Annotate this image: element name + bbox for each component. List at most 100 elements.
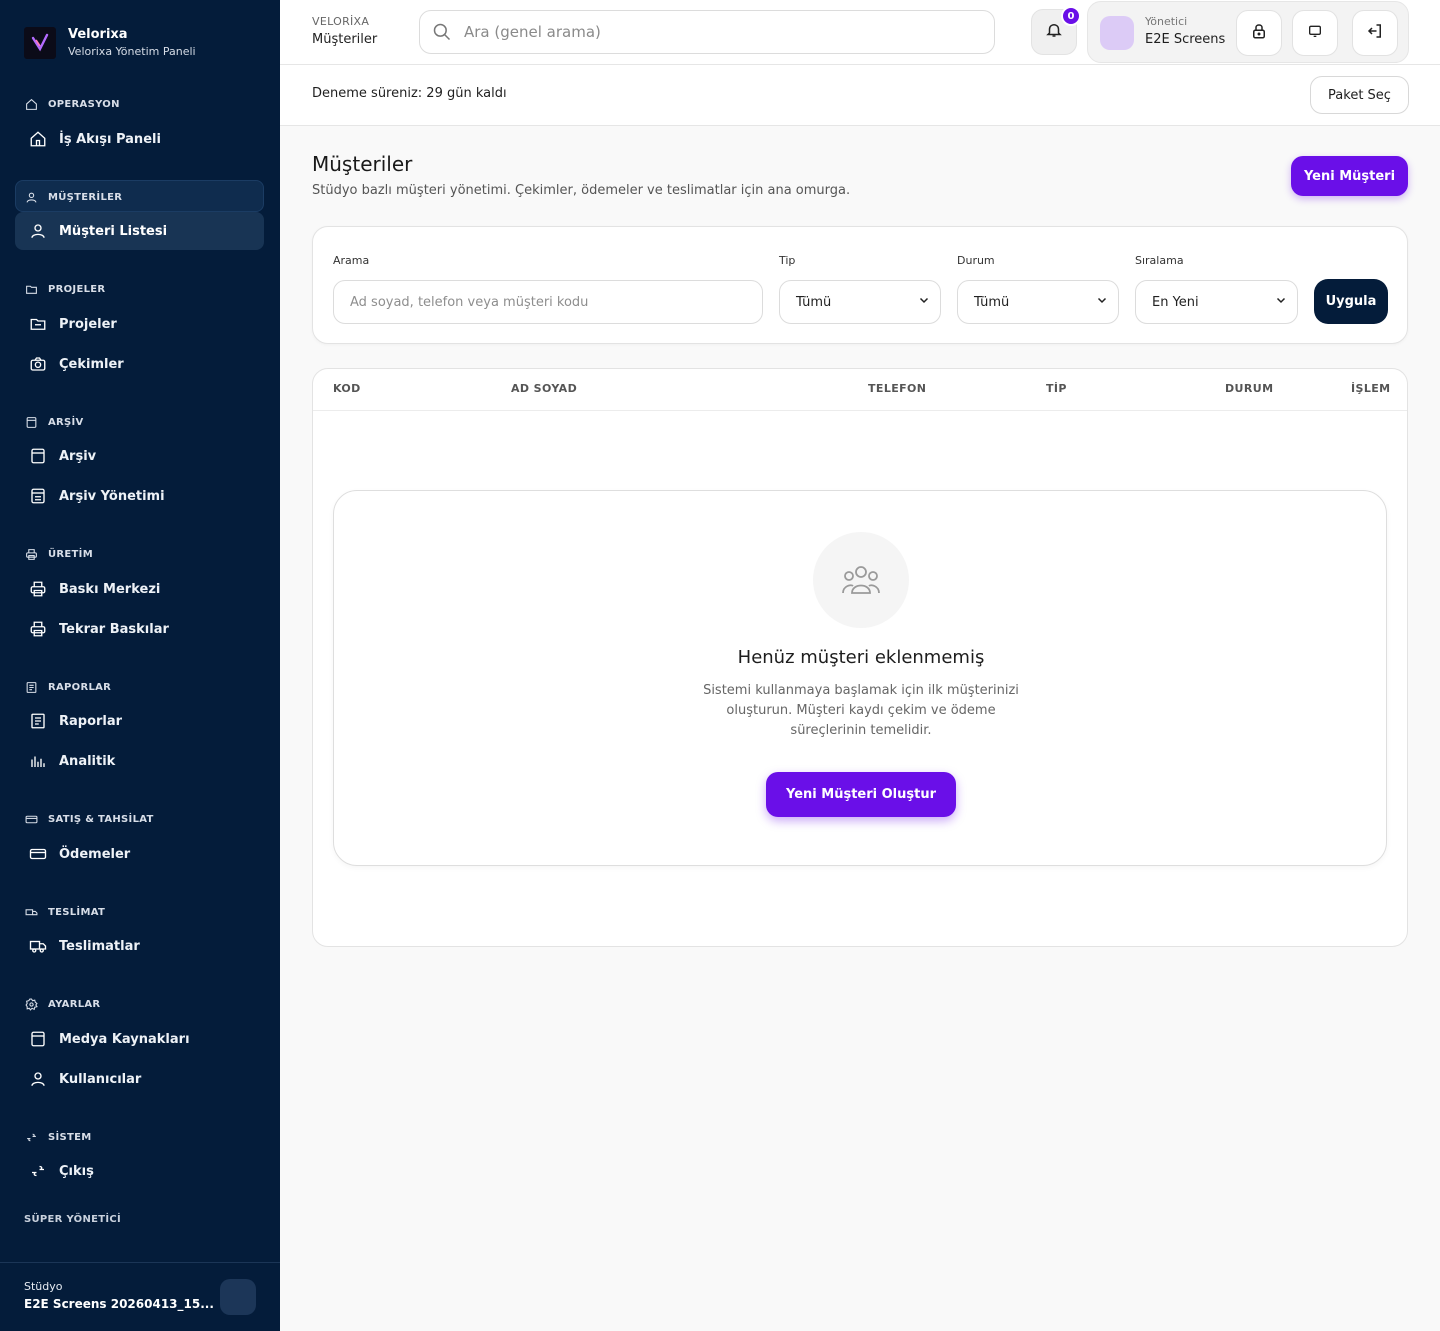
user-icon [24,190,38,204]
column-header[interactable]: TELEFON [868,382,926,395]
sort-select-value: En Yeni [1152,294,1199,310]
archive-manage-icon [29,487,47,505]
column-header[interactable]: İŞLEM [1351,382,1391,395]
sidebar-item-is-akisi[interactable]: İş Akışı Paneli [15,120,264,158]
sidebar-item-musteri-listesi[interactable]: Müşteri Listesi [15,212,264,250]
sidebar-item-label: Projeler [59,316,117,332]
section-label: ARŞİV [48,416,84,428]
sidebar-item-label: Çıkış [59,1163,94,1179]
printer-icon [29,620,47,638]
create-customer-button[interactable]: Yeni Müşteri Oluştur [766,772,956,817]
column-header[interactable]: AD SOYAD [511,382,577,395]
user-menu: Yönetici E2E Screens [1087,1,1409,63]
apply-button[interactable]: Uygula [1314,279,1388,324]
sidebar-item-arsiv[interactable]: Arşiv [15,437,264,475]
sidebar-item-cikis[interactable]: Çıkış [15,1152,264,1190]
column-header[interactable]: KOD [333,382,361,395]
link-icon [29,1162,47,1180]
section-label: SATIŞ & TAHSİLAT [48,813,154,825]
section-sistem: SİSTEM [24,1130,92,1144]
page-subtitle: Stüdyo bazlı müşteri yönetimi. Çekimler,… [312,183,851,198]
folder-icon [29,315,47,333]
analytics-icon [29,752,47,770]
sidebar-item-medya-kaynaklari[interactable]: Medya Kaynakları [15,1020,264,1058]
sidebar-item-label: Ödemeler [59,846,131,862]
brand-logo [24,27,56,59]
sidebar-item-label: Raporlar [59,713,123,729]
column-header[interactable]: TİP [1046,382,1067,395]
section-ayarlar: AYARLAR [24,997,100,1011]
sidebar-item-raporlar[interactable]: Raporlar [15,702,264,740]
truck-icon [24,905,38,919]
sort-select[interactable]: En Yeni [1135,280,1298,324]
section-label: PROJELER [48,283,106,295]
link-icon [24,1130,38,1144]
sidebar-item-label: Analitik [59,753,116,769]
archive-icon [24,415,38,429]
screen-button[interactable] [1292,10,1338,56]
search-icon [432,22,452,42]
sidebar-item-label: Çekimler [59,356,124,372]
type-select[interactable]: Tümü [779,280,941,324]
avatar[interactable] [1100,16,1134,50]
empty-state: Henüz müşteri eklenmemiş Sistemi kullanm… [333,490,1387,866]
sidebar: Velorixa Velorixa Yönetim Paneli OPERASY… [0,0,280,1331]
sidebar-item-kullanicilar[interactable]: Kullanıcılar [15,1060,264,1098]
chevron-down-icon [1096,294,1108,310]
empty-state-description: Sistemi kullanmaya başlamak için ilk müş… [703,683,1019,738]
user-role: Yönetici [1145,15,1188,28]
sidebar-item-projeler[interactable]: Projeler [15,305,264,343]
select-package-button[interactable]: Paket Seç [1310,76,1409,114]
user-icon [29,222,47,240]
status-select[interactable]: Tümü [957,280,1119,324]
section-projeler: PROJELER [24,282,105,296]
printer-icon [29,580,47,598]
section-label: RAPORLAR [48,681,112,693]
sidebar-item-teslimatlar[interactable]: Teslimatlar [15,927,264,965]
column-header[interactable]: DURUM [1225,382,1273,395]
sidebar-item-label: Müşteri Listesi [59,223,168,239]
customer-table: KOD AD SOYAD TELEFON TİP DURUM İŞLEM Hen… [312,368,1408,947]
super-admin-label: SÜPER YÖNETİCİ [24,1214,122,1225]
new-customer-button[interactable]: Yeni Müşteri [1291,156,1408,196]
brand-name: Velorixa [68,27,128,42]
truck-icon [29,937,47,955]
user-icon [29,1070,47,1088]
sidebar-item-analitik[interactable]: Analitik [15,742,264,780]
table-header: KOD AD SOYAD TELEFON TİP DURUM İŞLEM [313,369,1407,411]
sidebar-item-odemeler[interactable]: Ödemeler [15,835,264,873]
section-uretim: ÜRETİM [24,547,93,561]
type-label: Tip [779,254,796,267]
section-label: MÜŞTERİLER [48,191,123,203]
sidebar-item-cekimler[interactable]: Çekimler [15,345,264,383]
logout-button[interactable] [1352,10,1398,56]
breadcrumb-page: Müşteriler [312,32,378,47]
sidebar-item-label: Baskı Merkezi [59,581,161,597]
lock-button[interactable] [1236,10,1282,56]
sidebar-item-tekrar-baskilar[interactable]: Tekrar Baskılar [15,610,264,648]
trial-text: Deneme süreniz: 29 gün kaldı [312,86,507,101]
media-icon [29,1030,47,1048]
global-search[interactable] [419,10,995,54]
brand[interactable]: Velorixa Velorixa Yönetim Paneli [24,26,196,60]
global-search-input[interactable] [464,23,964,41]
sidebar-item-label: Teslimatlar [59,938,140,954]
lock-icon [1250,22,1268,44]
sidebar-item-baski-merkezi[interactable]: Baskı Merkezi [15,570,264,608]
customer-search-input[interactable] [333,280,763,324]
folder-icon [24,282,38,296]
sidebar-item-label: Tekrar Baskılar [59,621,169,637]
sidebar-item-label: Kullanıcılar [59,1071,142,1087]
studio-switch-button[interactable] [220,1279,256,1315]
status-label: Durum [957,254,995,267]
sidebar-item-arsiv-yonetimi[interactable]: Arşiv Yönetimi [15,477,264,515]
gear-icon [24,997,38,1011]
sidebar-item-label: İş Akışı Paneli [59,131,161,147]
section-label: OPERASYON [48,98,120,110]
filter-card: Arama Tip Tümü Durum Tümü Sıralama En Ye… [312,226,1408,344]
user-name: E2E Screens [1145,32,1226,47]
sort-label: Sıralama [1135,254,1184,267]
section-raporlar: RAPORLAR [24,680,111,694]
camera-icon [29,355,47,373]
sidebar-item-label: Arşiv Yönetimi [59,488,165,504]
